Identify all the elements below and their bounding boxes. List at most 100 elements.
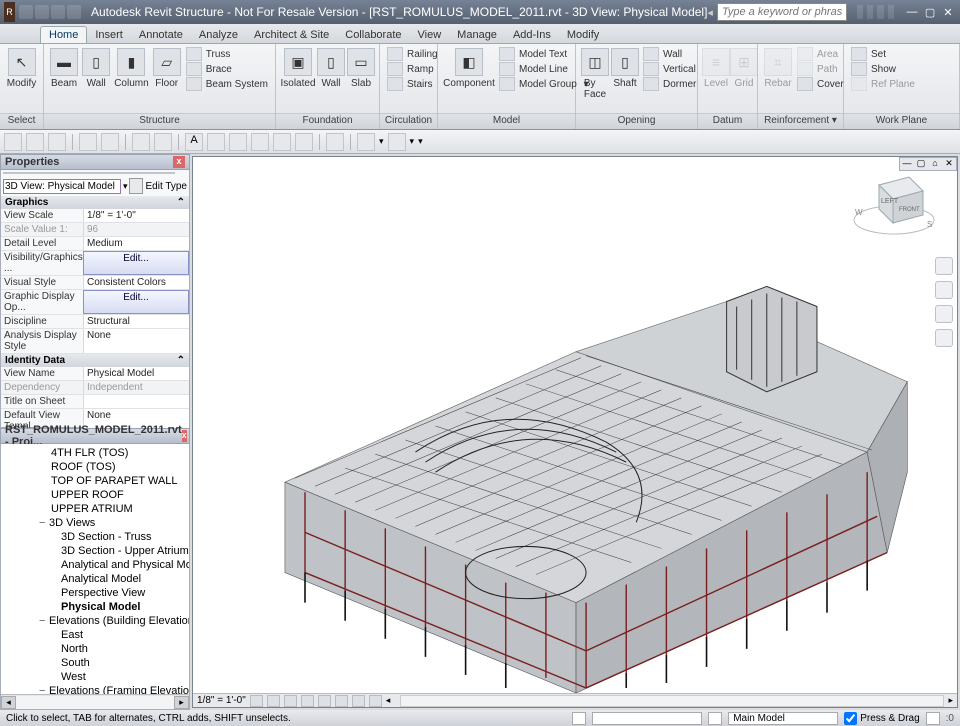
- view-scrollbar[interactable]: [400, 695, 944, 707]
- properties-header[interactable]: Propertiesx: [0, 154, 190, 170]
- qt-button[interactable]: [48, 133, 66, 151]
- qt-text-icon[interactable]: A: [185, 133, 203, 151]
- close-button[interactable]: ✕: [940, 5, 956, 19]
- ribbon-tab-analyze[interactable]: Analyze: [191, 27, 246, 43]
- qt-button[interactable]: [229, 133, 247, 151]
- ribbon-tab-add-ins[interactable]: Add-Ins: [505, 27, 559, 43]
- tree-item[interactable]: Perspective View: [3, 586, 187, 600]
- maximize-button[interactable]: ▢: [922, 5, 938, 19]
- qt-button[interactable]: [207, 133, 225, 151]
- tree-item[interactable]: UPPER ROOF: [3, 488, 187, 502]
- property-row[interactable]: View NamePhysical Model: [1, 367, 189, 381]
- stairs-button[interactable]: Stairs: [387, 77, 438, 91]
- qat-undo-icon[interactable]: [51, 5, 65, 19]
- ribbon-tab-annotate[interactable]: Annotate: [131, 27, 191, 43]
- scroll-track[interactable]: [16, 696, 174, 709]
- beam-button[interactable]: ▬Beam: [48, 46, 80, 91]
- tree-item[interactable]: 3D Section - Upper Atrium: [3, 544, 187, 558]
- property-row[interactable]: View Scale1/8" = 1'-0": [1, 209, 189, 223]
- truss-button[interactable]: Truss: [186, 47, 268, 61]
- foundation-wall-button[interactable]: ▯Wall: [316, 46, 346, 91]
- qt-button[interactable]: [357, 133, 375, 151]
- ramp-button[interactable]: Ramp: [387, 62, 438, 76]
- help-icon[interactable]: [888, 5, 894, 19]
- press-drag-toggle[interactable]: Press & Drag: [844, 712, 919, 725]
- 3d-view-canvas[interactable]: [195, 171, 937, 693]
- shadows-icon[interactable]: [301, 695, 314, 707]
- prop-category-identity[interactable]: Identity Data⌃: [1, 354, 189, 367]
- slab-button[interactable]: ▭Slab: [346, 46, 376, 91]
- infocenter-arrow-icon[interactable]: ◂: [707, 6, 713, 19]
- modify-button[interactable]: ↖Modify: [4, 46, 39, 91]
- by-face-button[interactable]: ◫By Face: [580, 46, 610, 102]
- tree-item[interactable]: North: [3, 642, 187, 656]
- qt-button[interactable]: [4, 133, 22, 151]
- qat-redo-icon[interactable]: [67, 5, 81, 19]
- column-button[interactable]: ▮Column: [112, 46, 150, 91]
- vertical-button[interactable]: Vertical: [643, 62, 696, 76]
- property-row[interactable]: Visibility/Graphics ...Edit...: [1, 251, 189, 276]
- panel-label-reinforcement[interactable]: Reinforcement ▾: [758, 113, 843, 129]
- search-input[interactable]: [717, 3, 847, 21]
- worksets-icon[interactable]: [708, 712, 722, 725]
- favorites-icon[interactable]: [877, 5, 883, 19]
- crop-icon[interactable]: [318, 695, 331, 707]
- qt-undo-icon[interactable]: [79, 133, 97, 151]
- shaft-button[interactable]: ▯Shaft: [610, 46, 640, 91]
- property-row[interactable]: Graphic Display Op...Edit...: [1, 290, 189, 315]
- qt-button[interactable]: [154, 133, 172, 151]
- component-button[interactable]: ◧Component: [442, 46, 496, 91]
- subscription-icon[interactable]: [857, 5, 863, 19]
- property-row[interactable]: Visual StyleConsistent Colors: [1, 276, 189, 290]
- app-menu-icon[interactable]: R: [4, 2, 15, 22]
- qt-button[interactable]: [132, 133, 150, 151]
- tree-item[interactable]: UPPER ATRIUM: [3, 502, 187, 516]
- railing-button[interactable]: Railing: [387, 47, 438, 61]
- type-selector[interactable]: 3D View: Physical Model: [3, 179, 121, 194]
- floor-button[interactable]: ▱Floor: [151, 46, 183, 91]
- scroll-right-button[interactable]: ▸: [174, 696, 189, 709]
- tree-item[interactable]: ROOF (TOS): [3, 460, 187, 474]
- tree-item[interactable]: Physical Model: [3, 600, 187, 614]
- property-row[interactable]: DependencyIndependent: [1, 381, 189, 395]
- viewcube[interactable]: LEFT FRONT S W: [849, 165, 939, 245]
- qt-button[interactable]: [295, 133, 313, 151]
- ribbon-tab-home[interactable]: Home: [40, 26, 87, 43]
- property-row[interactable]: Title on Sheet: [1, 395, 189, 409]
- tree-item[interactable]: Analytical Model: [3, 572, 187, 586]
- qat-save-icon[interactable]: [35, 5, 49, 19]
- prop-category-graphics[interactable]: Graphics⌃: [1, 196, 189, 209]
- browser-header[interactable]: RST_ROMULUS_MODEL_2011.rvt - Proj...x: [0, 428, 190, 444]
- filter-icon[interactable]: [926, 712, 940, 725]
- qt-redo-icon[interactable]: [101, 133, 119, 151]
- view-scale-display[interactable]: 1/8" = 1'-0": [197, 695, 246, 706]
- editable-only-icon[interactable]: [572, 712, 586, 725]
- dormer-button[interactable]: Dormer: [643, 77, 696, 91]
- property-row[interactable]: Scale Value 1:96: [1, 223, 189, 237]
- tree-item[interactable]: Analytical and Physical Mode: [3, 558, 187, 572]
- pan-icon[interactable]: [935, 281, 953, 299]
- crop-region-icon[interactable]: [335, 695, 348, 707]
- brace-button[interactable]: Brace: [186, 62, 268, 76]
- close-properties-icon[interactable]: x: [173, 156, 185, 168]
- ribbon-tab-manage[interactable]: Manage: [449, 27, 505, 43]
- opening-wall-button[interactable]: Wall: [643, 47, 696, 61]
- tree-item[interactable]: South: [3, 656, 187, 670]
- communication-icon[interactable]: [867, 5, 873, 19]
- tree-item[interactable]: East: [3, 628, 187, 642]
- property-row[interactable]: DisciplineStructural: [1, 315, 189, 329]
- tree-item[interactable]: −Elevations (Framing Elevation): [3, 684, 187, 694]
- close-browser-icon[interactable]: x: [182, 430, 187, 442]
- wall-button[interactable]: ▯Wall: [80, 46, 112, 91]
- qat-open-icon[interactable]: [19, 5, 33, 19]
- hide-isolate-icon[interactable]: [352, 695, 365, 707]
- qt-button[interactable]: [273, 133, 291, 151]
- steering-wheel-icon[interactable]: [935, 257, 953, 275]
- view-close-button[interactable]: ✕: [942, 158, 956, 170]
- ribbon-tab-modify[interactable]: Modify: [559, 27, 607, 43]
- qt-highlight-icon[interactable]: [326, 133, 344, 151]
- qt-button[interactable]: [251, 133, 269, 151]
- visual-style-icon[interactable]: [267, 695, 280, 707]
- show-button[interactable]: Show: [851, 62, 915, 76]
- filter-icon[interactable]: [129, 178, 143, 194]
